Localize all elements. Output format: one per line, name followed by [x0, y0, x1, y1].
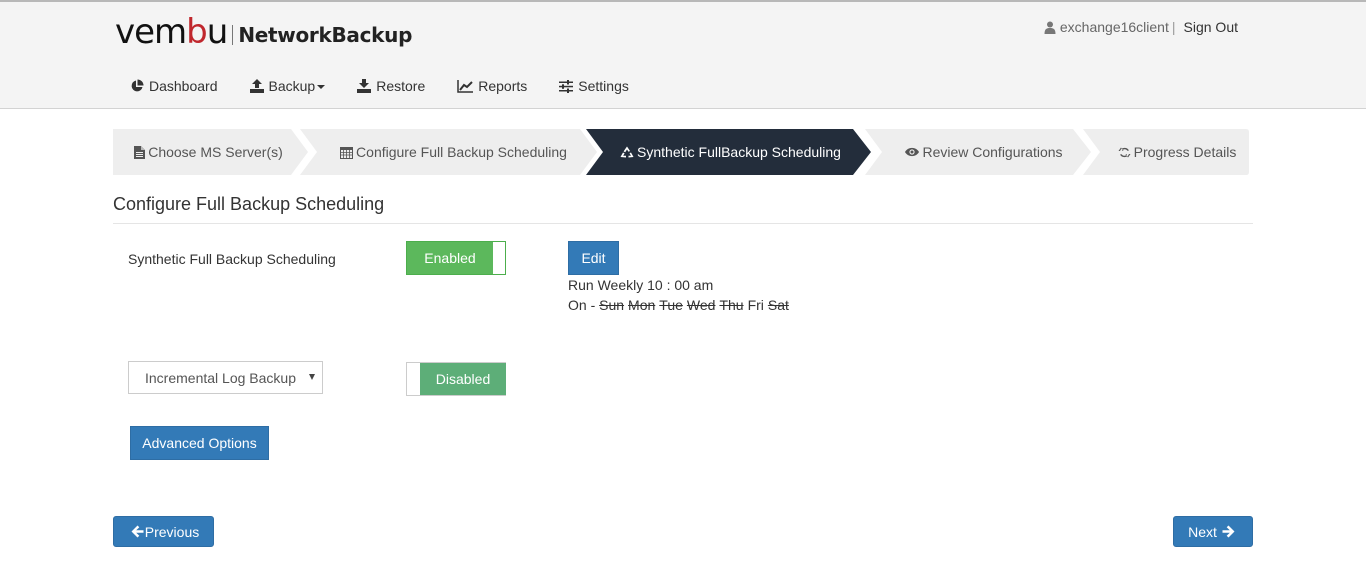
wizard-step-review[interactable]: Review Configurations	[865, 129, 1091, 175]
wizard-steps: Choose MS Server(s) Configure Full Backu…	[113, 129, 1249, 175]
nav-label: Settings	[578, 78, 629, 94]
schedule-summary: Run Weekly 10 : 00 am	[568, 277, 714, 293]
synthetic-schedule-toggle[interactable]: Enabled	[406, 241, 506, 275]
day-wed: Wed	[686, 297, 716, 313]
nav-backup[interactable]: Backup	[249, 78, 326, 94]
days-prefix: On -	[568, 297, 596, 313]
recycle-icon	[620, 146, 634, 157]
dropdown-arrow-icon	[309, 374, 315, 380]
app-header: vembu NetworkBackup exchange16client | S…	[0, 0, 1366, 109]
backup-type-value: Incremental Log Backup	[145, 369, 296, 386]
day-sat: Sat	[767, 297, 789, 313]
edit-schedule-button[interactable]: Edit	[568, 241, 619, 275]
step-label: Progress Details	[1133, 144, 1237, 160]
calendar-icon	[340, 146, 354, 159]
next-button[interactable]: Next	[1173, 516, 1253, 547]
user-bar: exchange16client | Sign Out	[1044, 19, 1238, 35]
arrow-right-icon	[1222, 525, 1235, 538]
user-icon	[1044, 21, 1056, 34]
nav-label: Backup	[268, 78, 316, 94]
day-tue: Tue	[659, 297, 683, 313]
arrow-left-icon	[131, 525, 144, 538]
user-separator: |	[1171, 19, 1176, 35]
nav-dashboard[interactable]: Dashboard	[130, 78, 218, 94]
line-chart-icon	[457, 79, 474, 93]
refresh-icon	[1118, 147, 1131, 157]
eye-icon	[905, 147, 920, 157]
days-list: Sun Mon Tue Wed Thu Fri Sat	[599, 297, 793, 313]
advanced-options-button[interactable]: Advanced Options	[130, 426, 269, 460]
step-label: Choose MS Server(s)	[148, 144, 283, 160]
step-label: Synthetic FullBackup Scheduling	[637, 144, 841, 160]
logo-divider	[232, 25, 234, 45]
incremental-toggle[interactable]: Disabled	[406, 362, 506, 396]
nav-label: Restore	[376, 78, 426, 94]
step-label: Review Configurations	[922, 144, 1063, 160]
main-nav: Dashboard Backup Restore Reports Setting…	[130, 78, 661, 94]
toggle-state-label: Enabled	[407, 242, 493, 274]
nav-reports[interactable]: Reports	[457, 78, 527, 94]
day-fri: Fri	[747, 297, 764, 313]
step-label: Configure Full Backup Scheduling	[356, 144, 567, 160]
username: exchange16client	[1059, 19, 1169, 35]
download-icon	[357, 79, 372, 93]
wizard-step-progress[interactable]: Progress Details	[1083, 129, 1249, 175]
chevron-down-icon	[317, 85, 326, 89]
sign-out-link[interactable]: Sign Out	[1184, 19, 1238, 35]
previous-button[interactable]: Previous	[113, 516, 214, 547]
backup-type-select[interactable]: Incremental Log Backup	[128, 361, 323, 394]
wizard-step-choose-server[interactable]: Choose MS Server(s)	[113, 129, 308, 175]
day-thu: Thu	[719, 297, 744, 313]
nav-label: Reports	[478, 78, 528, 94]
day-mon: Mon	[628, 297, 656, 313]
current-user: exchange16client	[1044, 19, 1169, 35]
product-name: NetworkBackup	[238, 23, 413, 47]
next-label: Next	[1188, 523, 1217, 540]
upload-icon	[249, 79, 264, 93]
vembu-logo[interactable]: vembu NetworkBackup	[115, 14, 412, 50]
wizard-step-configure-full[interactable]: Configure Full Backup Scheduling	[300, 129, 597, 175]
section-divider	[113, 223, 1253, 224]
synthetic-schedule-label: Synthetic Full Backup Scheduling	[128, 251, 336, 267]
nav-settings[interactable]: Settings	[559, 78, 629, 94]
nav-restore[interactable]: Restore	[357, 78, 425, 94]
logo-wordmark: vembu	[115, 12, 228, 52]
pie-chart-icon	[131, 79, 144, 92]
file-icon	[134, 145, 146, 159]
section-title: Configure Full Backup Scheduling	[113, 194, 385, 214]
schedule-days: On - Sun Mon Tue Wed Thu Fri Sat	[568, 297, 793, 313]
sliders-icon	[559, 79, 574, 93]
previous-label: Previous	[144, 523, 200, 540]
nav-label: Dashboard	[149, 78, 218, 94]
toggle-state-label: Disabled	[420, 363, 506, 395]
wizard-step-synthetic-full[interactable]: Synthetic FullBackup Scheduling	[586, 129, 871, 175]
day-sun: Sun	[599, 297, 625, 313]
